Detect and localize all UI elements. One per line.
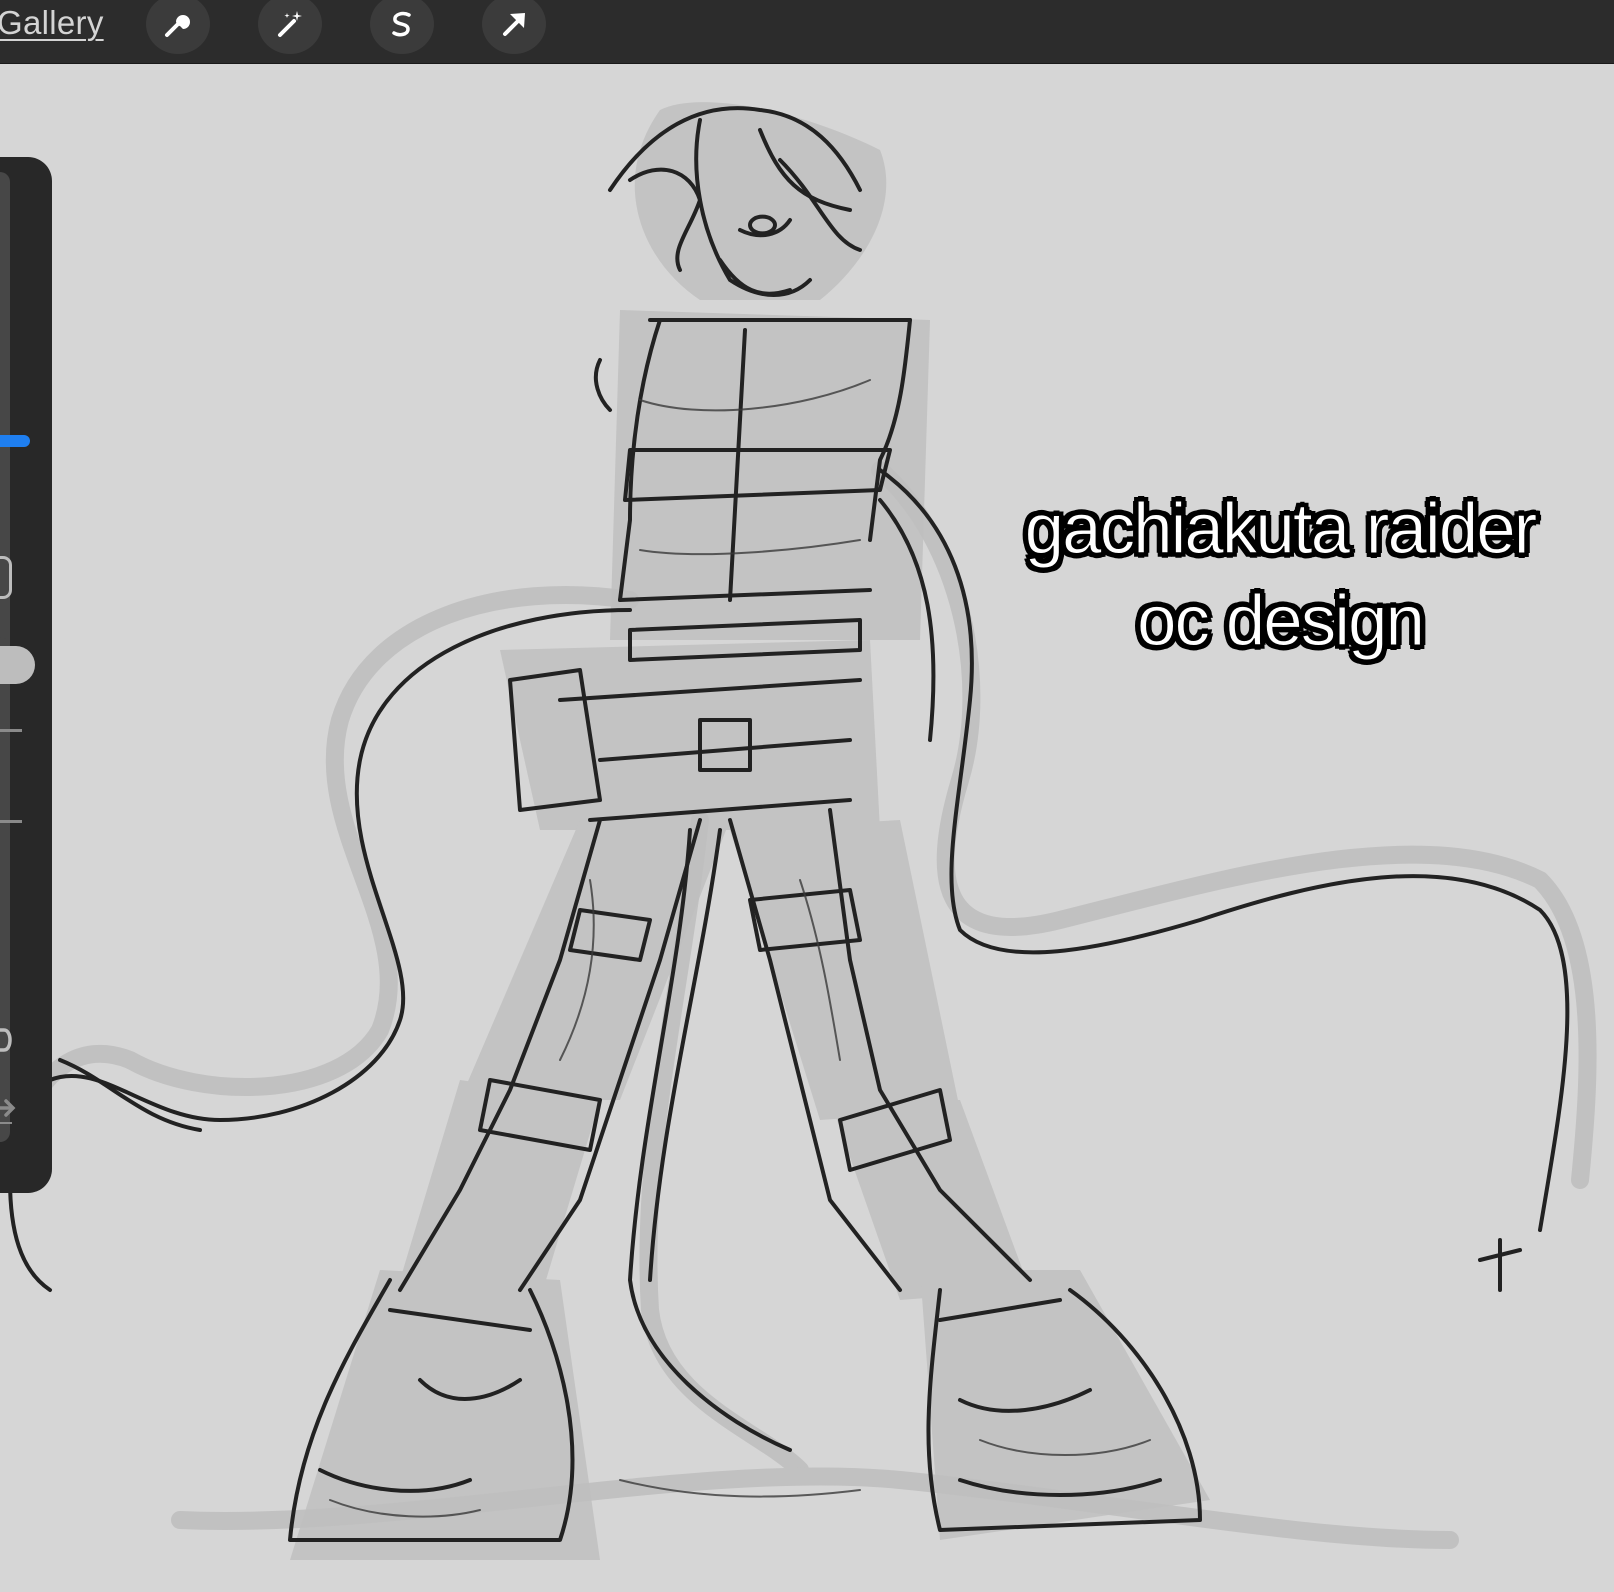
transform-button[interactable] bbox=[482, 0, 546, 54]
slider-tick bbox=[0, 820, 22, 823]
undo-icon bbox=[0, 1028, 12, 1052]
actions-button[interactable] bbox=[146, 0, 210, 54]
modify-square-icon[interactable] bbox=[0, 556, 12, 599]
drawing-canvas[interactable]: gachiakuta raider oc design bbox=[0, 64, 1614, 1592]
redo-button[interactable] bbox=[0, 1090, 20, 1130]
opacity-slider[interactable] bbox=[0, 637, 10, 1142]
gallery-button[interactable]: Gallery bbox=[0, 4, 104, 42]
caption-line-1: gachiakuta raider bbox=[1024, 490, 1538, 570]
slider-tick bbox=[0, 729, 22, 732]
caption-overlay: gachiakuta raider oc design bbox=[960, 484, 1600, 668]
magic-wand-icon bbox=[278, 11, 302, 37]
brush-sidebar bbox=[0, 157, 52, 1193]
wrench-icon bbox=[165, 15, 190, 37]
adjustments-button[interactable] bbox=[258, 0, 322, 54]
undo-button[interactable] bbox=[0, 1020, 20, 1060]
selection-s-icon bbox=[392, 11, 411, 37]
selection-button[interactable] bbox=[370, 0, 434, 54]
character-sketch bbox=[8, 102, 1597, 1560]
caption-line-2: oc design bbox=[1137, 582, 1426, 662]
arrow-cursor-icon bbox=[503, 13, 525, 36]
redo-icon bbox=[0, 1099, 16, 1124]
brush-size-thumb[interactable] bbox=[0, 435, 30, 447]
top-toolbar: Gallery bbox=[0, 0, 1614, 64]
opacity-thumb[interactable] bbox=[0, 646, 35, 684]
